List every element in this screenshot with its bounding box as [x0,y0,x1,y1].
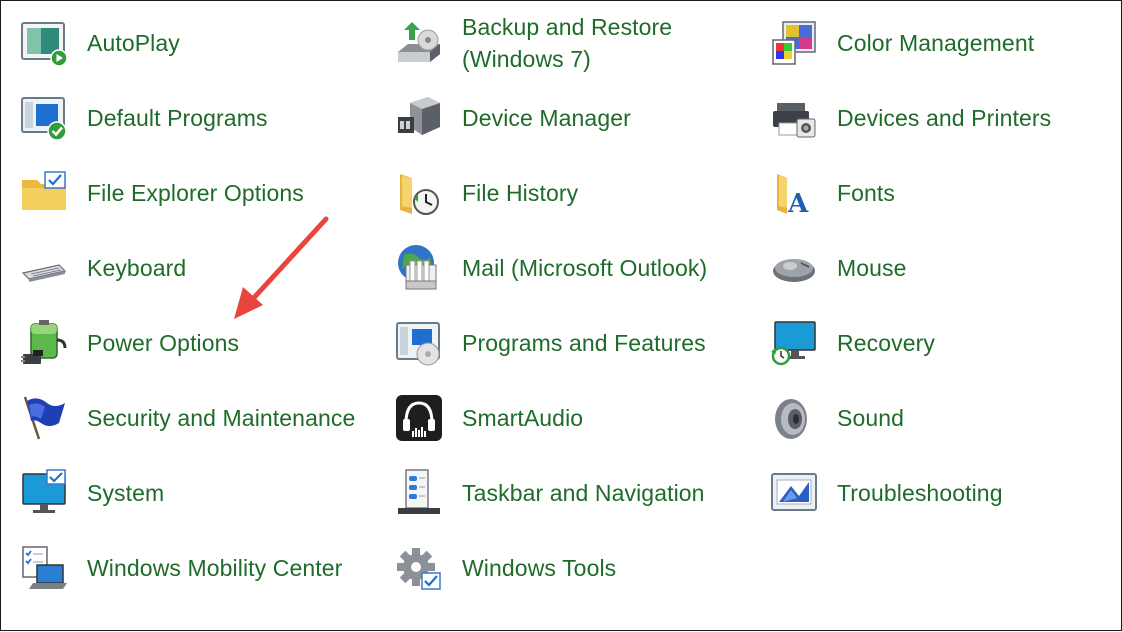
taskbar-navigation-icon [394,468,444,518]
item-label: File History [462,179,579,206]
item-security-maintenance[interactable]: Security and Maintenance [1,380,376,455]
item-label: Mail (Microsoft Outlook) [462,254,708,281]
item-device-manager[interactable]: Device Manager [376,80,751,155]
autoplay-icon [19,18,69,68]
item-color-management[interactable]: Color Management [751,5,1121,80]
power-options-icon [19,318,69,368]
item-recovery[interactable]: Recovery [751,305,1121,380]
mouse-icon [769,243,819,293]
security-maintenance-icon [19,393,69,443]
keyboard-icon [19,243,69,293]
default-programs-icon [19,93,69,143]
item-label: Power Options [87,329,240,356]
item-label: Color Management [837,29,1035,56]
item-label: Sound [837,404,905,431]
item-label: Windows Tools [462,554,617,581]
item-power-options[interactable]: Power Options [1,305,376,380]
item-file-explorer-options[interactable]: File Explorer Options [1,155,376,230]
control-panel-window: AutoPlay Backup and Restore (Windows 7) [0,0,1122,631]
item-label: Recovery [837,329,935,356]
fonts-icon: A [769,168,819,218]
item-mouse[interactable]: Mouse [751,230,1121,305]
mail-icon [394,243,444,293]
item-devices-printers[interactable]: Devices and Printers [751,80,1121,155]
item-mail[interactable]: Mail (Microsoft Outlook) [376,230,751,305]
item-fonts[interactable]: A Fonts [751,155,1121,230]
item-label: SmartAudio [462,404,584,431]
item-autoplay[interactable]: AutoPlay [1,5,376,80]
item-system[interactable]: System [1,455,376,530]
item-label: Programs and Features [462,329,706,356]
backup-restore-icon [394,18,444,68]
troubleshooting-icon [769,468,819,518]
item-label: Windows Mobility Center [87,554,343,581]
item-keyboard[interactable]: Keyboard [1,230,376,305]
color-management-icon [769,18,819,68]
item-label: Keyboard [87,254,187,281]
item-label: Default Programs [87,104,268,131]
item-label: System [87,479,165,506]
item-sound[interactable]: Sound [751,380,1121,455]
devices-printers-icon [769,93,819,143]
item-windows-tools[interactable]: Windows Tools [376,530,751,605]
item-label: Devices and Printers [837,104,1052,131]
item-troubleshooting[interactable]: Troubleshooting [751,455,1121,530]
item-label: File Explorer Options [87,179,304,206]
item-label: Troubleshooting [837,479,1003,506]
control-panel-items-grid: AutoPlay Backup and Restore (Windows 7) [1,5,1121,605]
programs-features-icon [394,318,444,368]
sound-icon [769,393,819,443]
item-smartaudio[interactable]: SmartAudio [376,380,751,455]
device-manager-icon [394,93,444,143]
system-icon [19,468,69,518]
item-label: Security and Maintenance [87,404,356,431]
item-backup-restore[interactable]: Backup and Restore (Windows 7) [376,5,751,80]
item-label: AutoPlay [87,29,180,56]
mobility-center-icon [19,543,69,593]
svg-text:A: A [787,189,809,218]
recovery-icon [769,318,819,368]
item-default-programs[interactable]: Default Programs [1,80,376,155]
windows-tools-icon [394,543,444,593]
file-explorer-options-icon [19,168,69,218]
file-history-icon [394,168,444,218]
item-file-history[interactable]: File History [376,155,751,230]
item-programs-features[interactable]: Programs and Features [376,305,751,380]
item-label: Taskbar and Navigation [462,479,705,506]
smartaudio-icon [394,393,444,443]
item-label: Device Manager [462,104,631,131]
item-mobility-center[interactable]: Windows Mobility Center [1,530,376,605]
item-taskbar-navigation[interactable]: Taskbar and Navigation [376,455,751,530]
item-label: Backup and Restore (Windows 7) [462,13,673,72]
item-label: Fonts [837,179,896,206]
item-label: Mouse [837,254,907,281]
